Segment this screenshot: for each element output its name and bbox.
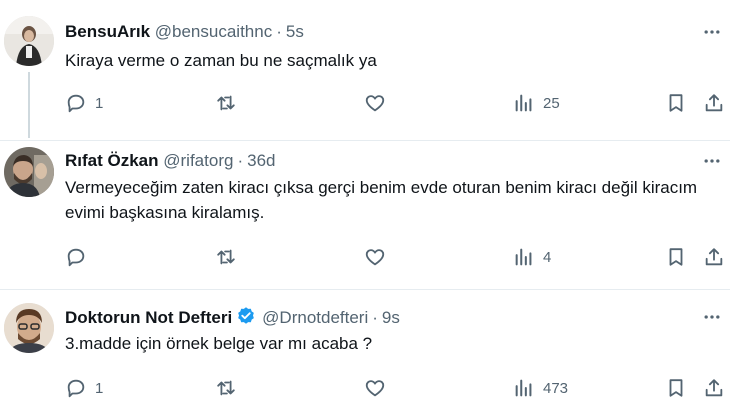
separator-dot: · (237, 151, 244, 170)
repost-icon (217, 249, 235, 265)
like-button[interactable] (364, 376, 386, 400)
tweet-time[interactable]: 5s (286, 22, 304, 41)
heart-icon (365, 380, 385, 397)
more-icon[interactable] (702, 22, 722, 42)
tweet-time[interactable]: 9s (382, 308, 400, 327)
heart-icon (365, 249, 385, 266)
tweet-header: BensuArık @bensucaithnc · 5s (65, 21, 304, 43)
tweet-2[interactable]: Rıfat Özkan @rifatorg · 36d Vermeyeceğim z… (0, 141, 730, 288)
share-icon (705, 94, 723, 112)
tweet-3[interactable]: Doktorun Not Defteri @Drnotdefteri · 9s 3.m… (0, 290, 730, 420)
share-icon (705, 379, 723, 397)
views-icon (515, 94, 532, 112)
bookmark-icon (669, 379, 683, 397)
action-bar: 1 473 (65, 376, 730, 400)
views-button[interactable]: 473 (513, 376, 568, 400)
share-button[interactable] (703, 376, 725, 400)
author-handle[interactable]: @Drnotdefteri (262, 308, 368, 327)
bookmark-button[interactable] (665, 91, 687, 115)
author-handle[interactable]: @rifatorg (163, 151, 233, 170)
author-name[interactable]: Rıfat Özkan (65, 151, 159, 170)
action-bar: 1 25 (65, 91, 730, 115)
reply-count: 1 (95, 379, 104, 397)
bookmark-icon (669, 94, 683, 112)
view-count: 473 (543, 379, 569, 397)
like-button[interactable] (364, 245, 386, 269)
share-button[interactable] (703, 91, 725, 115)
author-name[interactable]: Doktorun Not Defteri (65, 308, 232, 327)
views-button[interactable]: 25 (513, 91, 560, 115)
tweet-1[interactable]: BensuArık @bensucaithnc · 5s Kiraya verme … (0, 0, 730, 140)
reply-icon (67, 248, 85, 267)
avatar[interactable] (4, 147, 54, 197)
reply-icon (67, 379, 85, 398)
tweet-text: Kiraya verme o zaman bu ne saçmalık ya (65, 51, 377, 70)
repost-button[interactable] (215, 376, 237, 400)
reply-count: 1 (95, 94, 104, 112)
repost-icon (217, 380, 235, 396)
like-button[interactable] (364, 91, 386, 115)
reply-button[interactable]: 1 (65, 376, 103, 400)
reply-button[interactable] (65, 245, 95, 269)
bookmark-button[interactable] (665, 376, 687, 400)
bookmark-icon (669, 248, 683, 266)
avatar-image (4, 16, 54, 66)
more-icon[interactable] (702, 307, 722, 327)
verified-badge-icon (238, 307, 255, 324)
tweet-time[interactable]: 36d (247, 151, 275, 170)
tweet-text: Vermeyeceğim zaten kiracı çıksa gerçi be… (65, 178, 698, 222)
author-name[interactable]: BensuArık (65, 22, 150, 41)
avatar-image (4, 147, 54, 197)
heart-icon (365, 95, 385, 112)
more-icon[interactable] (702, 151, 722, 171)
tweet-header: Rıfat Özkan @rifatorg · 36d (65, 150, 275, 172)
action-bar: 4 (65, 245, 730, 269)
view-count: 4 (543, 248, 552, 266)
author-handle[interactable]: @bensucaithnc (155, 22, 272, 41)
separator-dot: · (276, 22, 282, 41)
reply-icon (67, 94, 85, 113)
repost-button[interactable] (215, 245, 237, 269)
repost-icon (217, 95, 235, 111)
tweet-header: Doktorun Not Defteri @Drnotdefteri · 9s (65, 306, 400, 328)
avatar[interactable] (4, 16, 54, 66)
separator-dot: · (372, 308, 378, 327)
avatar-image (4, 303, 54, 353)
share-button[interactable] (703, 245, 725, 269)
view-count: 25 (543, 94, 560, 112)
tweet-text: 3.madde için örnek belge var mı acaba ? (65, 334, 373, 353)
views-icon (515, 379, 532, 397)
views-button[interactable]: 4 (513, 245, 551, 269)
thread-line (28, 72, 30, 138)
reply-button[interactable]: 1 (65, 91, 103, 115)
share-icon (705, 248, 723, 266)
repost-button[interactable] (215, 91, 237, 115)
views-icon (515, 248, 532, 266)
avatar[interactable] (4, 303, 54, 353)
bookmark-button[interactable] (665, 245, 687, 269)
